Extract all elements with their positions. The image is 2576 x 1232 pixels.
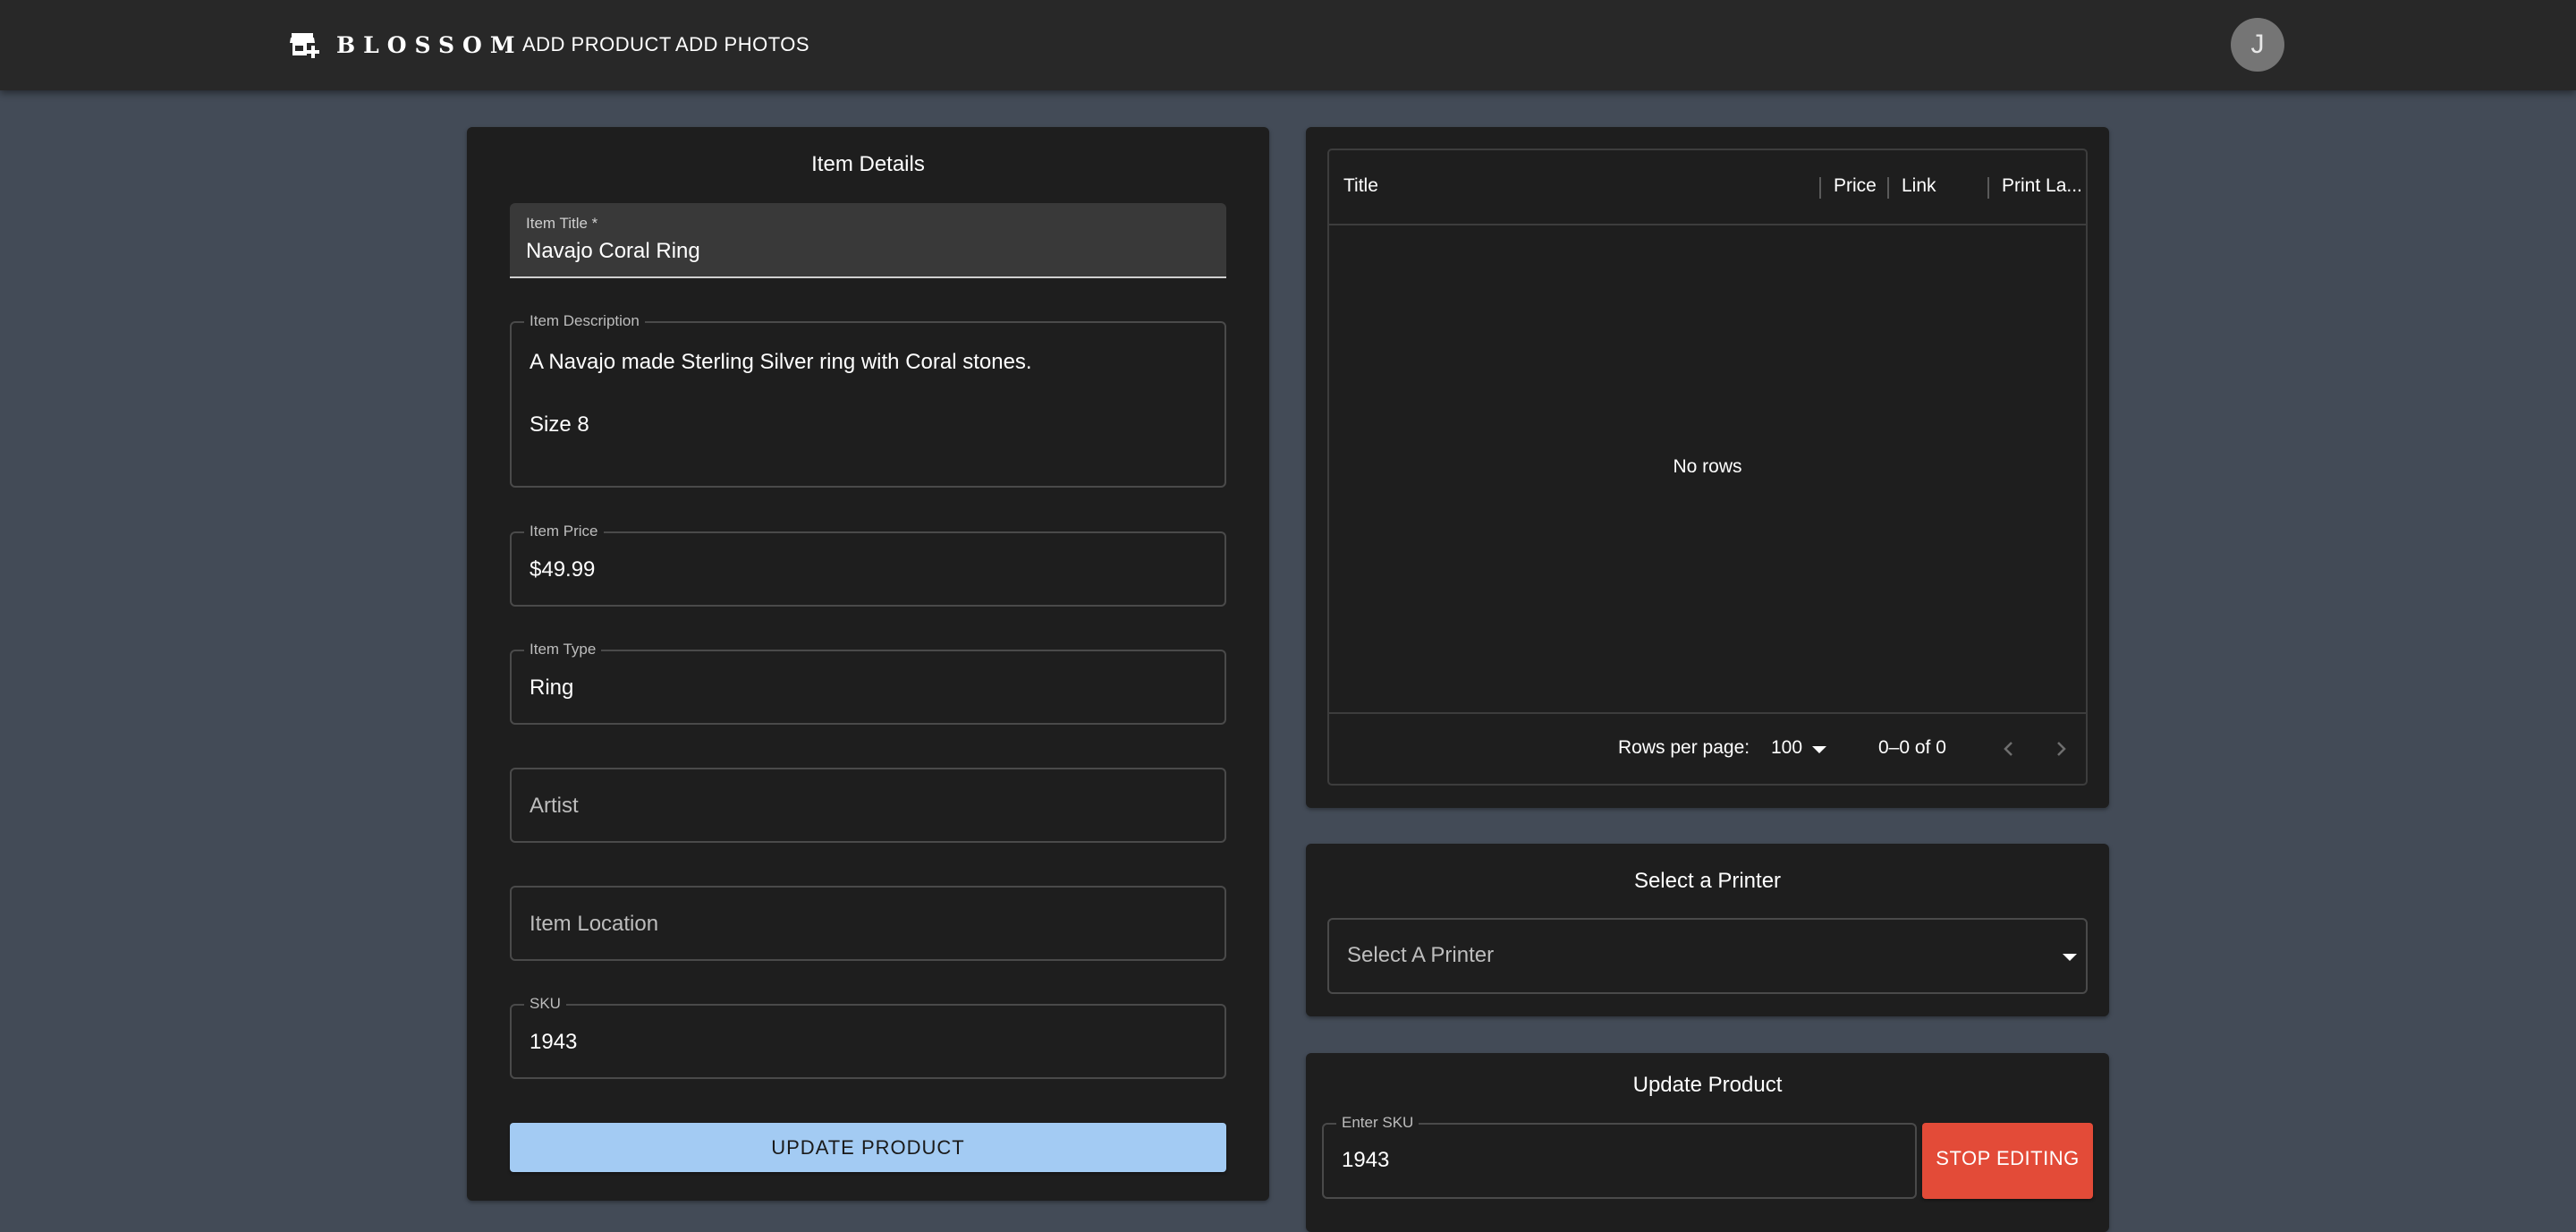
item-type-label: Item Type bbox=[524, 641, 602, 658]
column-header-print-label[interactable]: Print La... bbox=[2002, 175, 2082, 197]
printer-panel-title: Select a Printer bbox=[1633, 869, 1782, 893]
column-header-link[interactable]: Link bbox=[1902, 175, 1936, 197]
column-separator[interactable] bbox=[1887, 177, 1889, 199]
item-type-field[interactable]: Item Type Ring bbox=[510, 641, 1226, 725]
update-product-title: Update Product bbox=[1632, 1073, 1783, 1097]
item-price-field[interactable]: Item Price $49.99 bbox=[510, 523, 1226, 607]
item-details-title: Item Details bbox=[811, 152, 925, 176]
caret-down-icon[interactable] bbox=[1812, 746, 1826, 753]
item-location-field[interactable]: Item Location bbox=[510, 886, 1226, 961]
enter-sku-label: Enter SKU bbox=[1336, 1114, 1419, 1132]
pagination-range: 0–0 of 0 bbox=[1878, 737, 1946, 758]
chevron-left-icon[interactable] bbox=[1998, 735, 2020, 762]
brand-name: BLOSSOM bbox=[336, 31, 523, 58]
chevron-right-icon[interactable] bbox=[2050, 735, 2072, 762]
item-type-value: Ring bbox=[530, 675, 574, 700]
nav-add-photos[interactable]: ADD PHOTOS bbox=[675, 27, 809, 63]
item-title-label: Item Title * bbox=[526, 215, 598, 232]
item-description-field[interactable]: Item Description A Navajo made Sterling … bbox=[510, 312, 1226, 488]
item-description-value: A Navajo made Sterling Silver ring with … bbox=[530, 350, 1032, 437]
item-title-value: Navajo Coral Ring bbox=[526, 239, 700, 263]
caret-down-icon[interactable] bbox=[2063, 954, 2077, 961]
sku-field[interactable]: SKU 1943 bbox=[510, 995, 1226, 1079]
empty-rows-message: No rows bbox=[1673, 456, 1742, 477]
avatar[interactable]: J bbox=[2231, 18, 2284, 72]
printer-select-placeholder: Select A Printer bbox=[1347, 943, 1495, 967]
store-add-icon bbox=[290, 33, 319, 58]
artist-placeholder: Artist bbox=[530, 794, 579, 818]
grid-footer: Rows per page: 100 0–0 of 0 bbox=[1329, 712, 2086, 784]
enter-sku-value: 1943 bbox=[1342, 1148, 1390, 1172]
stop-editing-button[interactable]: STOP EDITING bbox=[1922, 1123, 2093, 1199]
nav-add-product[interactable]: ADD PRODUCT bbox=[522, 27, 672, 63]
enter-sku-field[interactable]: Enter SKU 1943 bbox=[1322, 1114, 1917, 1199]
artist-field[interactable]: Artist bbox=[510, 768, 1226, 843]
item-description-label: Item Description bbox=[524, 312, 645, 330]
sku-label: SKU bbox=[524, 995, 566, 1013]
update-product-button[interactable]: UPDATE PRODUCT bbox=[510, 1123, 1226, 1172]
rows-per-page-label: Rows per page: bbox=[1618, 737, 1750, 758]
item-location-placeholder: Item Location bbox=[530, 912, 659, 936]
column-header-price[interactable]: Price bbox=[1834, 175, 1877, 197]
app-bar: BLOSSOM ADD PRODUCT ADD PHOTOS J bbox=[0, 0, 2576, 90]
printer-select[interactable]: Select A Printer bbox=[1327, 918, 2088, 994]
column-separator[interactable] bbox=[1819, 177, 1821, 199]
sku-value: 1943 bbox=[530, 1030, 578, 1054]
brand[interactable]: BLOSSOM bbox=[290, 29, 523, 61]
rows-per-page-select[interactable]: 100 bbox=[1771, 737, 1802, 759]
item-price-label: Item Price bbox=[524, 523, 604, 540]
grid-header: Title Price Link Print La... bbox=[1329, 150, 2086, 225]
item-price-value: $49.99 bbox=[530, 557, 596, 582]
products-data-grid: Title Price Link Print La... No rows Row… bbox=[1327, 149, 2088, 786]
item-title-field[interactable]: Item Title * Navajo Coral Ring bbox=[510, 203, 1226, 278]
column-separator[interactable] bbox=[1987, 177, 1989, 199]
column-header-title[interactable]: Title bbox=[1343, 175, 1378, 197]
